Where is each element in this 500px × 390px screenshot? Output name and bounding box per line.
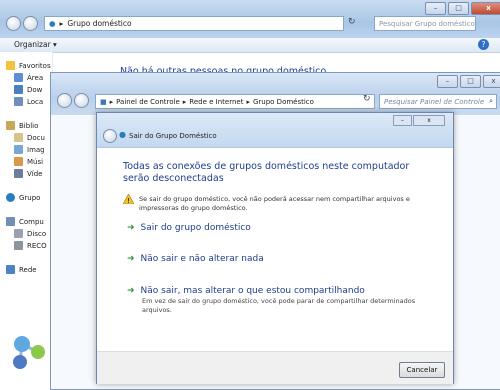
forward-button[interactable] [23, 16, 38, 31]
svg-text:!: ! [127, 197, 130, 204]
refresh-icon[interactable]: ↻ [348, 17, 370, 30]
search-input[interactable]: Pesquisar Grupo doméstico [374, 16, 476, 31]
homegroup-icon: ● [49, 19, 56, 28]
homegroup-icon [6, 193, 15, 202]
dialog-window-controls: – x [393, 115, 445, 126]
search-icon: ⌕ [489, 97, 493, 105]
organize-menu[interactable]: Organizar ▾ [14, 40, 57, 49]
breadcrumb-sep-icon: ▸ [109, 97, 114, 106]
address-bar[interactable]: ● ▸ Grupo doméstico [44, 16, 344, 31]
back-window-controls: – □ x [425, 2, 500, 15]
nav-videos[interactable]: Víde [14, 168, 42, 179]
middle-window-controls: – □ x [437, 75, 500, 88]
forward-button[interactable] [74, 93, 89, 108]
music-icon [14, 157, 23, 166]
warning-text: Se sair do grupo doméstico, você não pod… [139, 195, 410, 212]
green-arrow-icon: ➜ [127, 254, 135, 264]
pictures-icon [14, 145, 23, 154]
refresh-icon[interactable]: ↻ [363, 94, 371, 104]
back-button[interactable] [103, 129, 117, 143]
homegroup-graphic-icon [10, 330, 50, 372]
search-input[interactable]: Pesquisar Painel de Controle ⌕ [379, 94, 497, 109]
green-arrow-icon: ➜ [127, 223, 135, 233]
breadcrumb-sep-icon: ▸ [59, 19, 64, 28]
breadcrumb-homegroup[interactable]: Grupo Doméstico [253, 98, 314, 106]
control-panel-icon: ■ [100, 97, 107, 106]
nav-homegroup[interactable]: Grupo [6, 192, 40, 203]
disk-icon [14, 241, 23, 250]
desktop-icon [14, 73, 23, 82]
warning-icon: ! [123, 194, 135, 204]
cancel-button[interactable]: Cancelar [399, 362, 445, 378]
star-icon [6, 61, 15, 70]
nav-libraries[interactable]: Biblio [6, 120, 38, 131]
back-window-titlebar: – □ x ● ▸ Grupo doméstico ↻ Pesquisar Gr… [0, 0, 500, 38]
back-button[interactable] [57, 93, 72, 108]
nav-local-disk[interactable]: Disco [14, 228, 46, 239]
option-leave-homegroup[interactable]: ➜ Sair do grupo doméstico [127, 223, 251, 233]
address-bar[interactable]: ■ ▸ Painel de Controle ▸ Rede e Internet… [95, 94, 375, 109]
breadcrumb-control-panel[interactable]: Painel de Controle [116, 98, 180, 106]
nav-computer[interactable]: Compu [6, 216, 44, 227]
back-nav-buttons [6, 16, 38, 31]
leave-homegroup-dialog: ● Sair do Grupo Doméstico – x Todas as c… [96, 112, 454, 384]
documents-icon [14, 133, 23, 142]
option-description: Em vez de sair do grupo doméstico, você … [142, 297, 416, 314]
option-label: Não sair, mas alterar o que estou compar… [140, 286, 365, 296]
nav-music[interactable]: Músi [14, 156, 43, 167]
option-change-sharing[interactable]: ➜ Não sair, mas alterar o que estou comp… [127, 286, 365, 296]
library-icon [6, 121, 15, 130]
close-button[interactable]: x [471, 2, 500, 15]
back-toolbar: Organizar ▾ ? [0, 38, 500, 53]
option-label: Sair do grupo doméstico [140, 223, 251, 233]
breadcrumb-homegroup[interactable]: Grupo doméstico [67, 19, 131, 28]
computer-icon [6, 217, 15, 226]
close-button[interactable]: x [413, 115, 445, 126]
nav-network[interactable]: Rede [6, 264, 37, 275]
minimize-button[interactable]: – [393, 115, 412, 126]
nav-recent[interactable]: Loca [14, 96, 43, 107]
maximize-button[interactable]: □ [460, 75, 481, 88]
minimize-button[interactable]: – [425, 2, 446, 15]
middle-nav-buttons [57, 93, 89, 108]
dialog-footer: Cancelar [97, 351, 453, 384]
nav-pictures[interactable]: Imag [14, 144, 45, 155]
minimize-button[interactable]: – [437, 75, 458, 88]
downloads-icon [14, 85, 23, 94]
disk-icon [14, 229, 23, 238]
breadcrumb-network[interactable]: Rede e Internet [189, 98, 243, 106]
option-label: Não sair e não alterar nada [140, 254, 264, 264]
option-do-nothing[interactable]: ➜ Não sair e não alterar nada [127, 254, 264, 264]
nav-downloads[interactable]: Dow [14, 84, 42, 95]
maximize-button[interactable]: □ [448, 2, 469, 15]
homegroup-icon: ● [119, 130, 126, 139]
dialog-title: Sair do Grupo Doméstico [129, 132, 217, 140]
breadcrumb-sep-icon: ▸ [182, 97, 187, 106]
nav-recovery[interactable]: RECO [14, 240, 47, 251]
middle-window-titlebar: – □ x ■ ▸ Painel de Controle ▸ Rede e In… [51, 73, 500, 115]
recent-places-icon [14, 97, 23, 106]
dialog-titlebar: ● Sair do Grupo Doméstico – x [97, 113, 453, 148]
nav-favorites[interactable]: Favoritos [6, 60, 51, 71]
close-button[interactable]: x [483, 75, 500, 88]
dialog-heading: Todas as conexões de grupos domésticos n… [123, 161, 410, 184]
breadcrumb-sep-icon: ▸ [246, 97, 250, 106]
green-arrow-icon: ➜ [127, 286, 135, 296]
navigation-pane: Favoritos Área Dow Loca Biblio Docu Imag… [0, 52, 53, 390]
help-icon[interactable]: ? [478, 39, 489, 50]
nav-documents[interactable]: Docu [14, 132, 45, 143]
network-icon [6, 265, 15, 274]
back-button[interactable] [6, 16, 21, 31]
videos-icon [14, 169, 23, 178]
nav-desktop[interactable]: Área [14, 72, 43, 83]
